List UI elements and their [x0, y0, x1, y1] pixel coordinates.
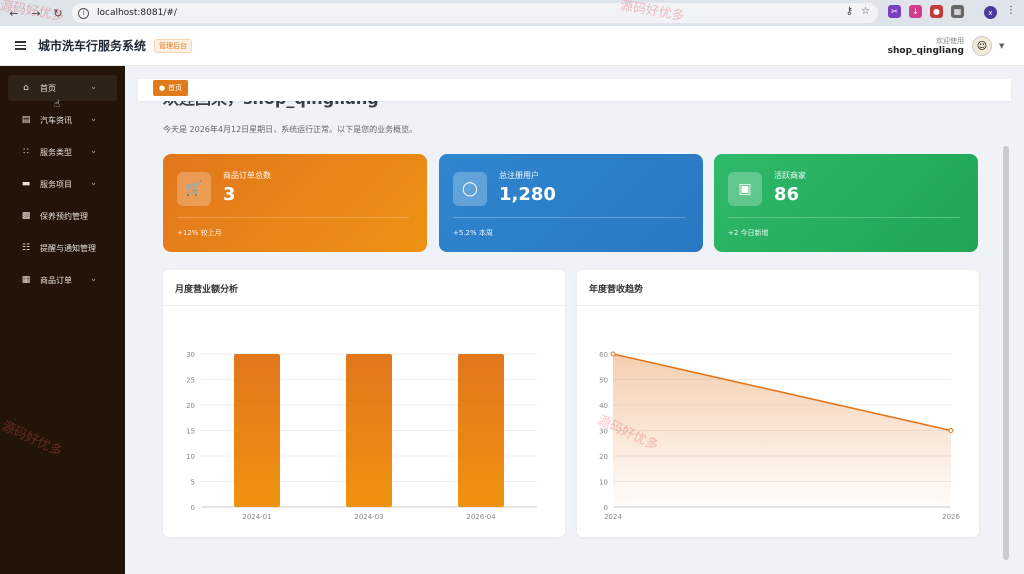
- x-tick-label: 2026: [942, 513, 960, 521]
- address-bar[interactable]: i localhost:8081/#/ ⚷ ☆: [72, 3, 878, 23]
- x-tick-label: 2026-04: [466, 513, 496, 521]
- caret-down-icon[interactable]: ▼: [999, 42, 1004, 50]
- data-point: [948, 428, 954, 433]
- apps-icon: ▦: [21, 275, 31, 285]
- y-tick-label: 10: [186, 453, 195, 461]
- data-point: [610, 351, 616, 357]
- x-tick-label: 2024-01: [242, 513, 271, 521]
- sidebar-item-service-type[interactable]: ∷ 服务类型 ⌄: [8, 139, 117, 165]
- server-icon: ☷: [21, 243, 31, 253]
- stat-trend: +5.2% 本周: [453, 229, 493, 237]
- username: shop_qingliang: [887, 46, 964, 56]
- area-chart-card: 年度营收趋势 0 10 20 30 40 50 60 2024 2026: [577, 270, 979, 537]
- browser-toolbar: ← → ↻ i localhost:8081/#/ ⚷ ☆ ✂ ↓ ● ▦ x …: [0, 0, 1024, 26]
- download-extension-icon[interactable]: ↓: [909, 5, 922, 18]
- divider: [453, 217, 685, 218]
- avatar[interactable]: ☺: [972, 36, 992, 56]
- robot-extension-icon[interactable]: ●: [930, 5, 943, 18]
- y-tick-label: 10: [599, 479, 608, 487]
- stat-trend: +12% 较上月: [177, 229, 222, 237]
- user-icon: ◯: [453, 172, 487, 206]
- bar: [346, 354, 392, 507]
- stat-value: 86: [774, 184, 800, 205]
- chevron-down-icon: ⌄: [90, 114, 97, 123]
- sidebar-item-service-items[interactable]: ▬ 服务项目 ⌄: [8, 171, 117, 197]
- page-subtitle: 今天是 2026年4月12日星期日，系统运行正常。以下是您的业务概览。: [163, 125, 418, 134]
- puzzle-extension-icon[interactable]: ▦: [951, 5, 964, 18]
- grid-icon: ∷: [23, 147, 29, 157]
- tags-bar: [138, 79, 1011, 101]
- chevron-down-icon: ⌄: [90, 82, 97, 91]
- y-tick-label: 25: [186, 377, 195, 385]
- folder-icon: ▬: [21, 179, 31, 189]
- stat-card-users: ◯ 总注册用户 1,280 +5.2% 本周: [439, 154, 703, 252]
- user-info[interactable]: 欢迎使用 shop_qingliang: [888, 36, 964, 56]
- home-icon: ⌂: [23, 83, 29, 93]
- store-icon: ▣: [728, 172, 762, 206]
- mouse-cursor-icon: ☝: [54, 99, 61, 110]
- y-tick-label: 20: [599, 453, 608, 461]
- url-text: localhost:8081/#/: [97, 8, 177, 18]
- bar: [458, 354, 504, 507]
- bookmark-star-icon[interactable]: ☆: [861, 6, 870, 17]
- divider: [728, 217, 960, 218]
- profile-icon[interactable]: x: [984, 6, 997, 19]
- bar: [234, 354, 280, 507]
- chevron-down-icon: ⌄: [90, 146, 97, 155]
- stat-trend: +2 今日新增: [728, 229, 769, 237]
- bar-chart: 0 5 10 15 20 25 30 2024-01 2024-03 2026-04: [186, 351, 537, 521]
- y-tick-label: 0: [604, 504, 608, 512]
- y-tick-label: 15: [186, 428, 195, 436]
- y-tick-label: 5: [191, 479, 195, 487]
- chevron-down-icon: ⌄: [90, 178, 97, 187]
- app-title: 城市洗车行服务系统: [38, 39, 147, 53]
- sidebar-item-label: 汽车资讯: [40, 115, 72, 125]
- x-tick-label: 2024-03: [354, 513, 383, 521]
- chevron-down-icon: ⌄: [90, 274, 97, 283]
- sidebar-item-label: 服务项目: [40, 179, 72, 189]
- stat-card-merchants: ▣ 活跃商家 86 +2 今日新增: [714, 154, 978, 252]
- y-tick-label: 30: [186, 351, 195, 359]
- welcome-text: 欢迎使用: [936, 37, 964, 45]
- sidebar: ⌂ 首页 ⌄ ▤ 汽车资讯 ⌄ ∷ 服务类型 ⌄ ▬ 服务项目 ⌄ ▩ 保养预约…: [0, 66, 125, 574]
- sidebar-item-label: 提醒与通知管理: [40, 243, 96, 253]
- more-menu-icon[interactable]: ⋮: [1006, 5, 1016, 16]
- admin-badge: 管理后台: [154, 38, 193, 53]
- stat-value: 3: [223, 184, 236, 205]
- calendar-icon: ▩: [21, 211, 31, 221]
- sidebar-item-maintenance-booking[interactable]: ▩ 保养预约管理: [8, 203, 117, 229]
- scrollbar-thumb[interactable]: [1003, 146, 1009, 560]
- sidebar-item-label: 首页: [40, 83, 56, 93]
- area-fill: [613, 354, 951, 507]
- y-tick-label: 60: [599, 351, 608, 359]
- menu-toggle-icon[interactable]: [15, 41, 26, 50]
- bar-chart-card: 月度营业额分析 0 5 10 15 20 25 30 2024-01 2024-03 2026-0…: [163, 270, 565, 537]
- sidebar-item-car-news[interactable]: ▤ 汽车资讯 ⌄: [8, 107, 117, 133]
- sidebar-item-home[interactable]: ⌂ 首页 ⌄: [8, 75, 117, 101]
- scissors-extension-icon[interactable]: ✂: [888, 5, 901, 18]
- x-tick-label: 2024: [604, 513, 622, 521]
- y-tick-label: 50: [599, 377, 608, 385]
- area-chart: 01020304050602024 2026: [599, 351, 960, 521]
- tag-home[interactable]: ● 首页: [153, 80, 189, 96]
- sidebar-item-label: 商品订单: [40, 275, 72, 285]
- stat-label: 总注册用户: [499, 171, 539, 180]
- site-info-icon[interactable]: i: [78, 7, 89, 19]
- sidebar-item-label: 服务类型: [40, 147, 72, 157]
- y-tick-label: 20: [186, 402, 195, 410]
- stat-value: 1,280: [499, 184, 556, 205]
- divider: [177, 217, 409, 218]
- sidebar-item-product-orders[interactable]: ▦ 商品订单 ⌄: [8, 267, 117, 293]
- stat-card-orders: 🛒 商品订单总数 3 +12% 较上月: [163, 154, 427, 252]
- sidebar-item-reminders[interactable]: ☷ 提醒与通知管理: [8, 235, 117, 261]
- key-icon[interactable]: ⚷: [846, 6, 853, 17]
- y-tick-label: 0: [191, 504, 195, 512]
- stat-label: 活跃商家: [774, 171, 806, 180]
- sidebar-item-label: 保养预约管理: [40, 211, 88, 221]
- stat-label: 商品订单总数: [223, 171, 271, 180]
- wallet-icon: ▤: [21, 115, 31, 125]
- app-header: 城市洗车行服务系统 管理后台 欢迎使用 shop_qingliang ☺ ▼: [0, 26, 1024, 66]
- cart-icon: 🛒: [177, 172, 211, 206]
